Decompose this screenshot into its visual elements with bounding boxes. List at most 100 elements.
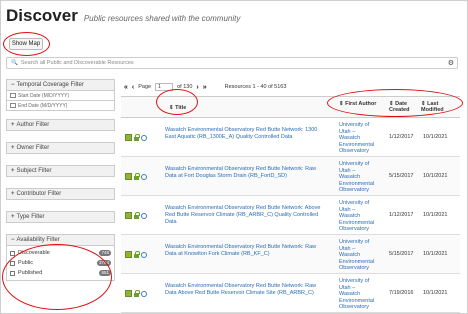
resource-type-icon	[125, 212, 132, 219]
resources-count: Resources 1 - 40 of 5163	[224, 84, 287, 90]
type-filter[interactable]: + Type Filter	[6, 211, 115, 223]
availability-option-published[interactable]: Published 651	[10, 268, 111, 278]
next-page-icon[interactable]: ›	[196, 84, 198, 91]
row-icons	[125, 290, 147, 297]
author-column-header[interactable]: ⇕ First Author	[339, 101, 379, 107]
count-badge: 651	[99, 270, 111, 276]
owner-filter-label: Owner Filter	[16, 145, 50, 151]
table-header: ⇕ Title ⇕ First Author ⇕ Date Created ⇕ …	[121, 96, 460, 118]
first-author-link[interactable]: University of Utah – Wasatch Environment…	[339, 161, 377, 194]
lock-icon	[134, 212, 140, 219]
title-header-label: Title	[175, 105, 187, 111]
plus-icon: +	[11, 145, 15, 151]
filter-sidebar: − Temporal Coverage Filter Start Date (M…	[6, 79, 115, 281]
page-title: Discover	[6, 6, 78, 25]
globe-icon	[141, 290, 147, 297]
row-icons	[125, 251, 147, 258]
first-author-link[interactable]: University of Utah – Wasatch Environment…	[339, 200, 377, 233]
author-header-label: First Author	[345, 101, 377, 107]
count-badge: 748	[99, 250, 111, 256]
contributor-filter[interactable]: + Contributor Filter	[6, 188, 115, 200]
temporal-coverage-filter[interactable]: − Temporal Coverage Filter	[6, 79, 115, 91]
date-created: 7/19/2016	[389, 290, 414, 296]
subject-filter-label: Subject Filter	[16, 168, 52, 174]
option-label: Discoverable	[18, 250, 50, 256]
date-created-column-header[interactable]: ⇕ Date Created	[389, 101, 417, 113]
end-date-field[interactable]: End Date (M/D/YYYY)	[6, 101, 115, 111]
page-header: Discover Public resources shared with th…	[6, 6, 240, 26]
resource-type-icon	[125, 173, 132, 180]
page-number-input[interactable]: 1	[155, 83, 174, 91]
first-author-link[interactable]: University of Utah – Wasatch Environment…	[339, 278, 377, 311]
lock-icon	[134, 173, 140, 180]
calendar-icon	[10, 103, 16, 108]
modified-header-label: Last Modified	[421, 101, 444, 113]
show-map-button[interactable]: Show Map	[9, 38, 43, 50]
globe-icon	[141, 134, 147, 141]
first-author-link[interactable]: University of Utah – Wasatch Environment…	[339, 122, 377, 155]
plus-icon: +	[11, 122, 15, 128]
last-modified: 10/1/2021	[423, 212, 448, 218]
lock-icon	[134, 290, 140, 297]
resource-title-link[interactable]: Wasatch Environmental Observatory Red Bu…	[165, 244, 325, 258]
availability-option-public[interactable]: Public 3764	[10, 258, 111, 268]
table-row[interactable]: Wasatch Environmental Observatory Red Bu…	[121, 196, 460, 235]
minus-icon: −	[11, 237, 15, 243]
option-label: Public	[18, 260, 33, 266]
table-body: Wasatch Environmental Observatory Red Bu…	[121, 118, 460, 313]
date-created: 5/15/2017	[389, 251, 414, 257]
end-date-placeholder: End Date (M/D/YYYY)	[18, 102, 68, 109]
subject-filter[interactable]: + Subject Filter	[6, 165, 115, 177]
first-page-icon[interactable]: «	[124, 84, 128, 91]
date-created: 1/12/2017	[389, 212, 414, 218]
table-row[interactable]: Wasatch Environmental Observatory Red Bu…	[121, 274, 460, 313]
count-badge: 3764	[96, 260, 111, 266]
last-modified-column-header[interactable]: ⇕ Last Modified	[421, 101, 451, 113]
globe-icon	[141, 251, 147, 258]
resource-title-link[interactable]: Wasatch Environmental Observatory Red Bu…	[165, 283, 325, 297]
first-author-link[interactable]: University of Utah – Wasatch Environment…	[339, 239, 377, 272]
checkbox[interactable]	[10, 270, 15, 276]
lock-icon	[134, 251, 140, 258]
last-page-icon[interactable]: »	[203, 84, 207, 91]
availability-options: Discoverable 748 Public 3764 Published 6…	[6, 246, 115, 281]
availability-option-discoverable[interactable]: Discoverable 748	[10, 248, 111, 258]
resource-title-link[interactable]: Wasatch Environmental Observatory Red Bu…	[165, 166, 325, 180]
availability-filter-label: Availability Filter	[16, 237, 60, 243]
last-modified: 10/1/2021	[423, 290, 448, 296]
pagination: « ‹ Page 1 of 130 › » Resources 1 - 40 o…	[124, 82, 286, 92]
globe-icon	[141, 173, 147, 180]
date-created: 5/15/2017	[389, 173, 414, 179]
author-filter[interactable]: + Author Filter	[6, 119, 115, 131]
table-row[interactable]: Wasatch Environmental Observatory Red Bu…	[121, 157, 460, 196]
start-date-placeholder: Start Date (M/D/YYYY)	[18, 92, 70, 99]
minus-icon: −	[11, 82, 15, 88]
gear-icon[interactable]: ⚙	[448, 59, 454, 67]
start-date-field[interactable]: Start Date (M/D/YYYY)	[6, 91, 115, 101]
availability-filter[interactable]: − Availability Filter	[6, 234, 115, 246]
contributor-filter-label: Contributor Filter	[16, 191, 62, 197]
owner-filter[interactable]: + Owner Filter	[6, 142, 115, 154]
last-modified: 10/1/2021	[423, 134, 448, 140]
row-icons	[125, 134, 147, 141]
page-subtitle: Public resources shared with the communi…	[83, 14, 241, 23]
temporal-filter-label: Temporal Coverage Filter	[16, 82, 84, 88]
resource-title-link[interactable]: Wasatch Environmental Observatory Red Bu…	[165, 127, 325, 141]
row-icons	[125, 173, 147, 180]
table-row[interactable]: Wasatch Environmental Observatory Red Bu…	[121, 118, 460, 157]
checkbox[interactable]	[10, 250, 15, 256]
author-filter-label: Author Filter	[16, 122, 50, 128]
resource-title-link[interactable]: Wasatch Environmental Observatory Red Bu…	[165, 205, 325, 226]
resource-type-icon	[125, 134, 132, 141]
resources-table: ⇕ Title ⇕ First Author ⇕ Date Created ⇕ …	[121, 96, 460, 313]
row-icons	[125, 212, 147, 219]
search-input[interactable]: 🔍 Search all Public and Discoverable Res…	[6, 57, 458, 69]
checkbox[interactable]	[10, 260, 15, 266]
page-count: of 130	[177, 84, 193, 90]
calendar-icon	[10, 93, 16, 98]
created-header-label: Date Created	[389, 101, 410, 113]
page-label: Page	[138, 84, 152, 90]
prev-page-icon[interactable]: ‹	[132, 84, 134, 91]
title-column-header[interactable]: ⇕ Title	[169, 105, 186, 111]
table-row[interactable]: Wasatch Environmental Observatory Red Bu…	[121, 235, 460, 274]
